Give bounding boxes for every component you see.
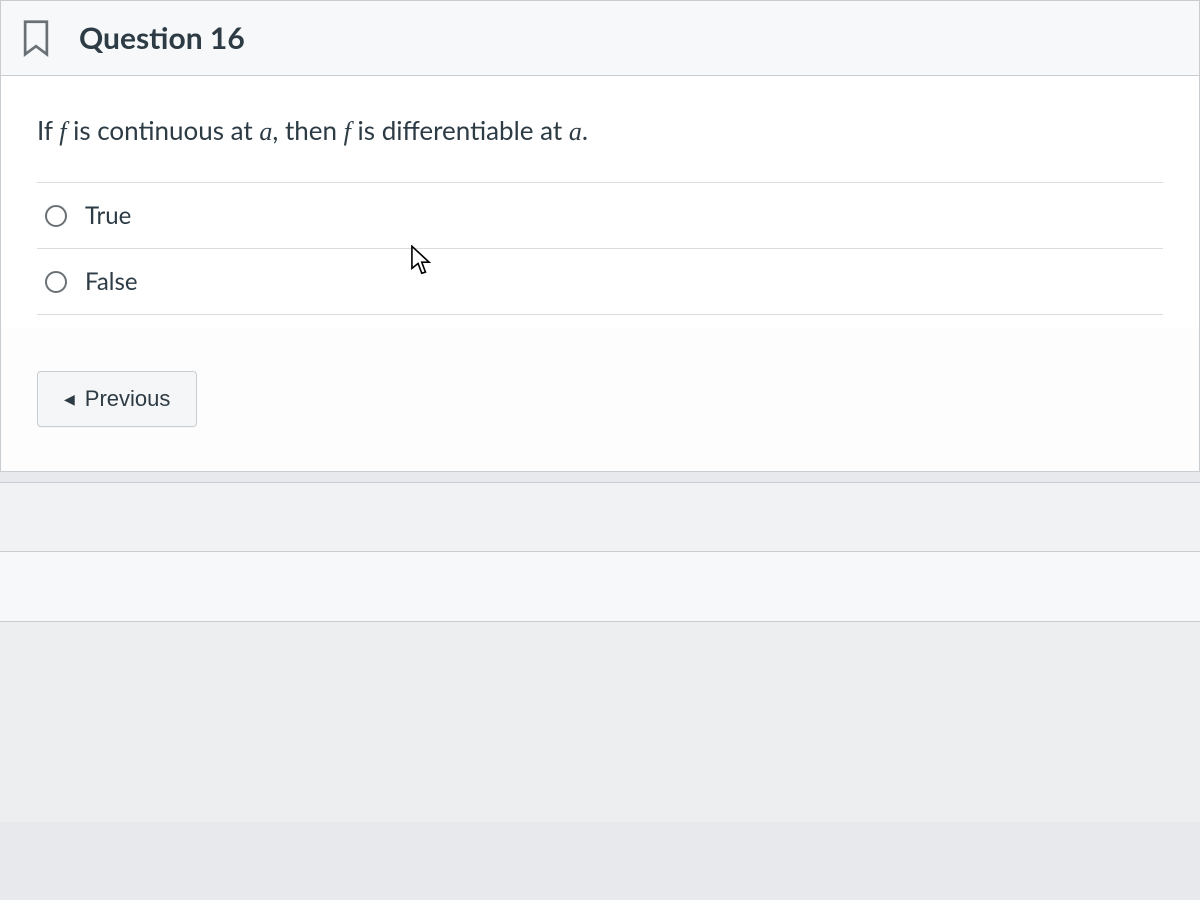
question-title: Question 16 [79,20,245,56]
prompt-text: is differentiable at [351,114,569,146]
answer-label: True [85,201,131,230]
quiz-page: Question 16 If f is continuous at a, the… [0,0,1200,822]
page-background [0,622,1200,822]
footer-bar [0,482,1200,552]
math-f: f [344,117,351,146]
answer-label: False [85,267,138,296]
question-card: Question 16 If f is continuous at a, the… [0,0,1200,472]
math-a: a [569,117,582,146]
question-prompt: If f is continuous at a, then f is diffe… [37,112,1163,150]
prompt-text: . [582,114,588,146]
math-a: a [259,117,272,146]
answer-option-true[interactable]: True [37,183,1163,249]
question-header: Question 16 [1,1,1199,76]
triangle-left-icon: ◀ [64,391,75,408]
prompt-text: , then [272,114,343,146]
radio-icon[interactable] [45,271,67,293]
bookmark-icon[interactable] [19,19,53,57]
previous-button[interactable]: ◀ Previous [37,371,197,427]
prompt-text: If [37,114,59,146]
answers-list: True False [37,182,1163,315]
answer-option-false[interactable]: False [37,249,1163,315]
footer-bar-2 [0,552,1200,622]
radio-icon[interactable] [45,205,67,227]
question-footer: ◀ Previous [1,327,1199,471]
question-body: If f is continuous at a, then f is diffe… [1,76,1199,327]
prompt-text: is continuous at [66,114,259,146]
previous-button-label: Previous [85,386,171,412]
